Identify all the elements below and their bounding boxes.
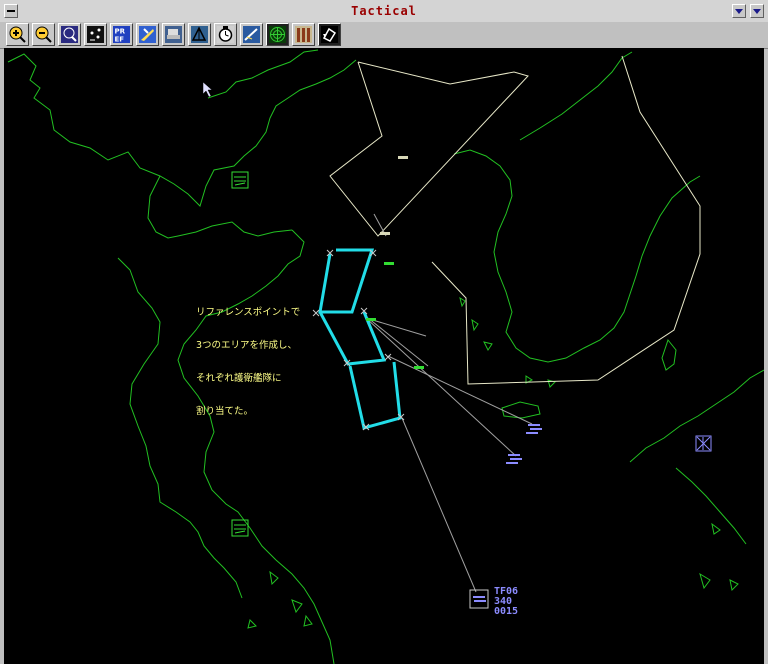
area-1 <box>318 248 375 314</box>
minimize-icon <box>735 9 743 14</box>
formation-icon <box>191 26 208 43</box>
zone-large <box>431 55 701 385</box>
ship-unit-north <box>380 156 408 235</box>
island-jeju <box>501 401 541 419</box>
tactical-window: Tactical PR EF リファレンスポイントで 3つのエリアを作成し、 そ… <box>0 0 768 664</box>
missile-icon <box>243 26 260 43</box>
zoom-out-icon <box>35 26 52 43</box>
islands-china-south <box>247 570 313 629</box>
aircraft-button[interactable] <box>136 23 159 46</box>
islands-japan <box>699 522 739 592</box>
zone-layer <box>329 55 701 385</box>
annotation-line-1: リファレンスポイントで <box>196 307 301 318</box>
minimize-button[interactable] <box>732 4 746 18</box>
mouse-cursor-icon <box>202 81 213 98</box>
coastline-layer <box>7 49 764 664</box>
area-layer <box>318 248 402 430</box>
return-icon <box>321 26 338 43</box>
task-force-marker <box>469 589 489 609</box>
maximize-button[interactable] <box>750 4 764 18</box>
track-layer <box>365 213 533 593</box>
toolbar: PR EF <box>0 22 768 49</box>
ship-unit-1 <box>506 454 522 464</box>
ship-icon <box>165 26 182 43</box>
zoom-fit-button[interactable] <box>58 23 81 46</box>
coastline-bohai <box>147 175 293 239</box>
aircraft-icon <box>139 26 156 43</box>
ship-unit-2 <box>526 424 542 434</box>
annotation-line-4: 割り当てた。 <box>196 406 254 417</box>
area-3 <box>348 361 402 430</box>
columns-icon <box>295 26 312 43</box>
reference-point-icon <box>87 26 104 43</box>
reference-point-button[interactable] <box>84 23 107 46</box>
clock-icon <box>217 26 234 43</box>
svg-text:PR: PR <box>115 28 126 36</box>
clock-button[interactable] <box>214 23 237 46</box>
svg-text:EF: EF <box>115 36 125 44</box>
ship-unit-center <box>366 262 424 369</box>
ship-button[interactable] <box>162 23 185 46</box>
zoom-out-button[interactable] <box>32 23 55 46</box>
formation-button[interactable] <box>188 23 211 46</box>
coastline-china-north <box>7 53 357 207</box>
zone-north <box>329 61 529 237</box>
airbase-marker-north <box>231 171 249 189</box>
map-canvas <box>7 49 764 664</box>
radar-icon <box>269 26 286 43</box>
window-title: Tactical <box>351 4 417 18</box>
zoom-fit-icon <box>61 26 78 43</box>
coastline-japan <box>629 369 764 545</box>
task-force-label[interactable]: TF06 340 0015 <box>494 587 518 617</box>
return-button[interactable] <box>318 23 341 46</box>
islands-sw-korea <box>459 296 556 388</box>
zoom-in-button[interactable] <box>6 23 29 46</box>
coastline-korea-west <box>453 149 637 363</box>
columns-button[interactable] <box>292 23 315 46</box>
tactical-map[interactable]: リファレンスポイントで 3つのエリアを作成し、 それぞれ護衛艦隊に 割り当てた。… <box>4 48 764 664</box>
radar-button[interactable] <box>266 23 289 46</box>
title-bar: Tactical <box>0 0 768 23</box>
annotation-line-3: それぞれ護衛艦隊に <box>196 373 282 384</box>
pref-icon: PREF <box>113 26 130 44</box>
task-force-time: 0015 <box>494 606 519 617</box>
island-tsushima <box>661 338 677 371</box>
airbase-marker-japan <box>695 435 712 452</box>
zoom-in-icon <box>9 26 26 43</box>
maximize-icon <box>753 9 761 14</box>
map-annotation: リファレンスポイントで 3つのエリアを作成し、 それぞれ護衛艦隊に 割り当てた。 <box>196 285 316 439</box>
pref-button[interactable]: PR EF <box>110 23 133 46</box>
annotation-line-2: 3つのエリアを作成し、 <box>196 340 298 351</box>
missile-button[interactable] <box>240 23 263 46</box>
coastline-liaodong <box>207 49 319 99</box>
